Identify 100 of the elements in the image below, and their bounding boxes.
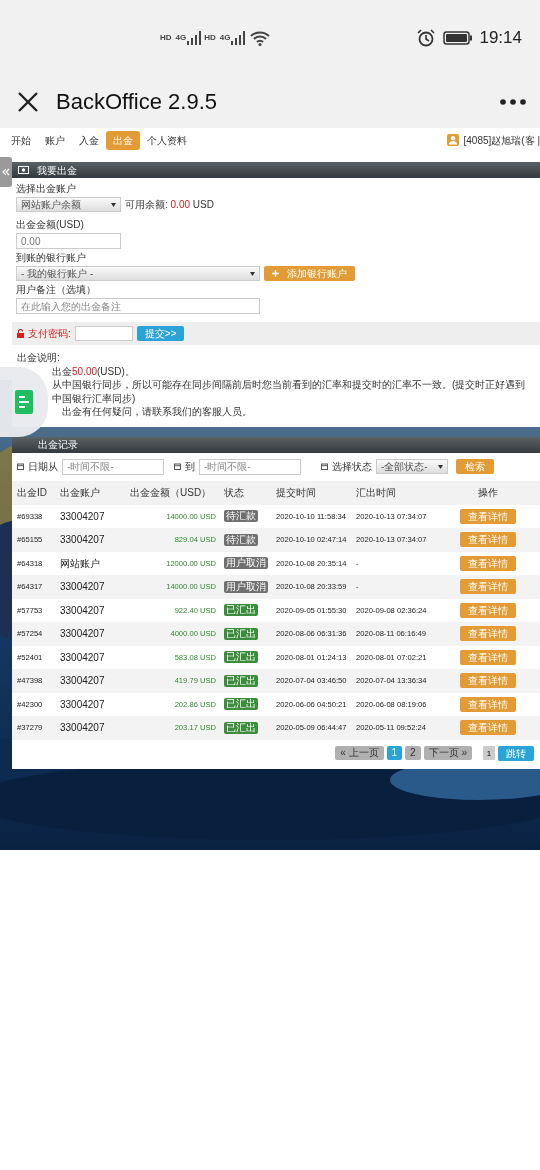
signal-icon <box>186 29 203 46</box>
field-label: 到账的银行账户 <box>16 251 87 264</box>
next-page-button[interactable]: 下一页 » <box>423 746 472 760</box>
user-icon <box>447 134 460 146</box>
wifi-icon <box>250 29 271 46</box>
table-cell-text: 33004207 <box>60 721 106 736</box>
status-time: 19:14 <box>479 26 522 49</box>
column-header: 操作 <box>477 486 499 500</box>
caret-icon <box>438 464 443 469</box>
page-button[interactable]: 1 <box>386 746 403 760</box>
column-header: 状态 <box>223 486 245 500</box>
page-button[interactable]: 2 <box>405 746 421 760</box>
remark-field[interactable]: 在此输入您的出金备注 <box>16 298 260 314</box>
money-icon <box>18 166 29 174</box>
calendar-icon <box>174 463 181 470</box>
more-icon <box>500 97 526 106</box>
status-badge: 已汇出 <box>224 698 258 711</box>
submit-button[interactable]: 提交>> <box>136 326 185 341</box>
details-button[interactable]: 查看详情 <box>460 720 516 736</box>
date-from-field[interactable]: -时间不限- <box>62 458 164 475</box>
table-cell-text: 33004207 <box>60 674 106 689</box>
field-label: 出金金额(USD) <box>16 218 85 231</box>
password-field[interactable] <box>74 326 133 341</box>
notes-text: 出金有任何疑问，请联系我们的客服人员。 <box>62 405 253 419</box>
details-button[interactable]: 查看详情 <box>460 508 516 524</box>
column-header: 出金ID <box>17 486 48 500</box>
filter-label: 日期从 <box>28 460 58 474</box>
more-button[interactable] <box>500 97 526 106</box>
table-cell-text: 33004207 <box>60 697 106 712</box>
alarm-icon <box>417 28 436 47</box>
table-cell-text: 33004207 <box>60 627 106 642</box>
account-select[interactable]: 网站账户余额 <box>16 197 121 212</box>
details-button[interactable]: 查看详情 <box>460 532 516 548</box>
network-label: HD <box>160 33 172 42</box>
status-badge: 用户取消 <box>224 557 268 570</box>
status-badge: 已汇出 <box>224 674 258 687</box>
previous-page-button[interactable]: « 上一页 <box>335 746 384 760</box>
column-header: 出金账户 <box>60 486 101 500</box>
search-button[interactable]: 检索 <box>456 459 494 474</box>
status-badge: 待汇款 <box>224 510 258 523</box>
network-label: 4G <box>219 33 231 42</box>
status-badge: 用户取消 <box>224 580 268 593</box>
table-cell-text: 33004207 <box>60 509 106 524</box>
document-icon <box>15 390 33 414</box>
table-cell-text: 33004207 <box>60 650 106 665</box>
nav-tab[interactable]: 开始 <box>4 130 38 150</box>
column-header: 汇出时间 <box>356 486 397 500</box>
bank-select[interactable]: - 我的银行账户 - <box>16 266 260 281</box>
nav-tab[interactable]: 个人资料 <box>140 130 194 150</box>
filter-label: 到 <box>185 460 195 474</box>
details-button[interactable]: 查看详情 <box>460 602 516 618</box>
nav-tab[interactable]: 出金 <box>106 130 140 150</box>
status-badge: 待汇款 <box>224 533 258 546</box>
jump-button[interactable]: 跳转 <box>498 745 534 761</box>
lock-icon <box>17 329 24 338</box>
field-label: 用户备注（选填） <box>16 283 97 296</box>
amount-field[interactable]: 0.00 <box>16 233 121 249</box>
network-label: HD <box>204 33 216 42</box>
user-name: [4085]赵旭瑞(客 | <box>463 133 540 148</box>
status-badge: 已汇出 <box>224 721 258 734</box>
calendar-icon <box>321 463 328 470</box>
notes-title: 出金说明: <box>17 351 61 365</box>
details-button[interactable]: 查看详情 <box>460 626 516 642</box>
app-title: BackOffice 2.9.5 <box>56 88 217 116</box>
column-header: 出金金额（USD） <box>130 486 213 500</box>
table-cell-text: 33004207 <box>60 603 106 618</box>
details-button[interactable]: 查看详情 <box>460 649 516 665</box>
status-badge: 已汇出 <box>224 604 258 617</box>
plus-icon <box>272 270 279 277</box>
floating-button[interactable] <box>0 367 48 437</box>
close-icon <box>16 89 40 114</box>
page-number-field[interactable]: 1 <box>483 746 495 760</box>
status-badge: 已汇出 <box>224 651 258 664</box>
caret-icon <box>111 202 116 207</box>
caret-icon <box>250 271 255 276</box>
nav-tab[interactable]: 入金 <box>72 130 106 150</box>
nav-tab[interactable]: 账户 <box>38 130 72 150</box>
add-bank-button[interactable]: 添加银行账户 <box>264 266 355 281</box>
notes-text: 从中国银行同步，所以可能存在同步间隔前后时您当前看到的汇率和提交时的汇率不一致。(提交时正好遇到中国银行汇率同步) <box>52 378 527 405</box>
calendar-icon <box>17 463 24 470</box>
status-badge: 已汇出 <box>224 627 258 640</box>
battery-icon <box>443 29 474 46</box>
status-select[interactable]: -全部状态- <box>376 459 448 474</box>
details-button[interactable]: 查看详情 <box>460 555 516 571</box>
table-cell-text: 33004207 <box>60 580 106 595</box>
signal-icon <box>230 29 247 46</box>
details-button[interactable]: 查看详情 <box>460 696 516 712</box>
details-button[interactable]: 查看详情 <box>460 579 516 595</box>
sidebar-toggle[interactable] <box>0 157 12 187</box>
details-button[interactable]: 查看详情 <box>460 673 516 689</box>
balance-text: 可用余额: 0.00 USD <box>125 198 214 211</box>
field-label: 选择出金账户 <box>16 182 77 195</box>
notes-text: 出金50.00(USD)。 <box>52 364 136 378</box>
password-label: 支付密码: <box>28 327 71 340</box>
close-button[interactable] <box>16 89 40 114</box>
column-header: 提交时间 <box>276 486 317 500</box>
filter-label: 选择状态 <box>332 460 372 474</box>
network-label: 4G <box>175 33 187 42</box>
date-to-field[interactable]: -时间不限- <box>199 458 301 475</box>
table-cell-text: 33004207 <box>60 533 106 548</box>
